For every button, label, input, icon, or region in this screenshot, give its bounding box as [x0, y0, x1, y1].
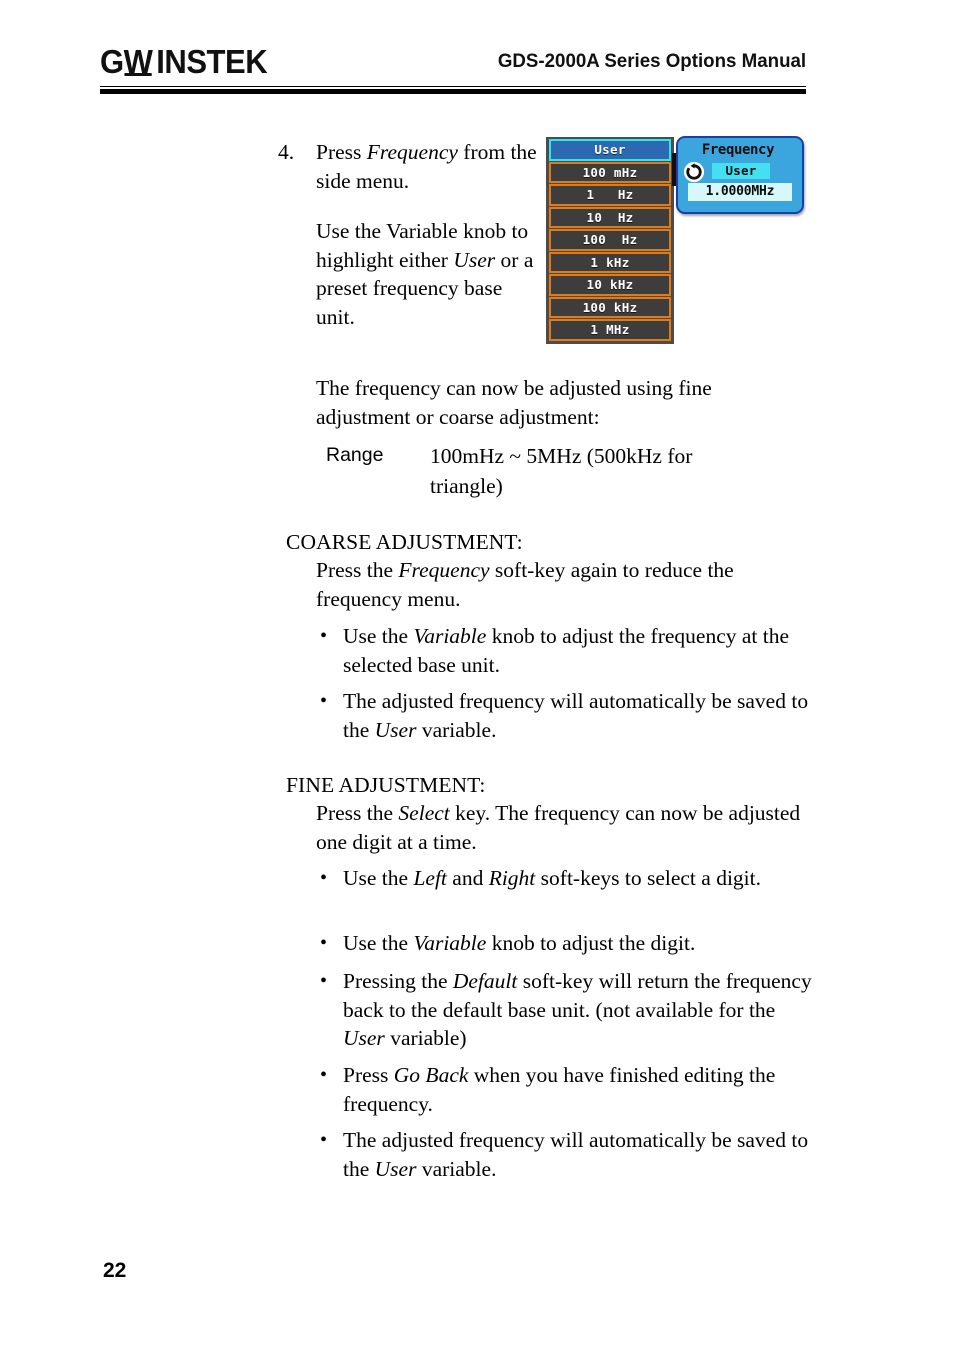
menu-item-1khz[interactable]: 1 kHz [549, 251, 671, 273]
list-item: • Pressing the Default soft-key will retu… [316, 967, 816, 1053]
menu-item-label: 100 Hz [582, 232, 638, 248]
bullet-dot-icon: • [320, 932, 328, 954]
menu-item-1mhz[interactable]: 1 MHz [549, 319, 671, 341]
page-number: 22 [103, 1259, 127, 1282]
list-item: • The adjusted frequency will automatical… [316, 687, 816, 744]
list-item: • Use the Variable knob to adjust the fre… [316, 622, 816, 679]
menu-item-label: 10 kHz [586, 277, 634, 293]
step-line1-pre: Press [316, 140, 367, 164]
menu-item-label: 10 Hz [586, 209, 634, 225]
menu-item-label: 1 Hz [586, 187, 634, 203]
bullet-text-pre: Press [343, 1063, 394, 1087]
bullet-text-post: knob to adjust the digit. [486, 931, 696, 955]
step-line1-italic: Frequency [366, 140, 458, 164]
menu-item-100hz[interactable]: 100 Hz [549, 229, 671, 251]
bullet-text-post: variable) [384, 1026, 467, 1051]
bullet-text-italic-2: User [343, 1026, 385, 1051]
list-item: • Use the Variable knob to adjust the dig… [316, 929, 816, 958]
range-value: 100mHz ~ 5MHz (500kHz for triangle) [430, 444, 693, 498]
bullet-dot-icon: • [320, 867, 328, 889]
menu-item-label: User [594, 142, 626, 158]
menu-item-100mhz[interactable]: 100 mHz [549, 161, 671, 183]
coarse-para-italic: Frequency [398, 558, 490, 582]
bullet-text-pre: Use the [343, 624, 414, 648]
menu-item-10hz[interactable]: 10 Hz [549, 206, 671, 228]
list-item: • Use the Left and Right soft-keys to sel… [316, 864, 816, 893]
page-content: 4. Press Frequency from the side menu. U… [0, 0, 954, 1349]
bullet-text-italic: Left [413, 866, 447, 890]
bullet-text-post: soft-keys to select a digit. [535, 866, 761, 890]
list-item: • The adjusted frequency will automatical… [316, 1126, 816, 1183]
bullet-dot-icon: • [320, 690, 328, 712]
frequency-popup-variable[interactable]: User [712, 163, 770, 179]
frequency-popup-value[interactable]: 1.0000MHz [688, 183, 792, 201]
menu-item-10khz[interactable]: 10 kHz [549, 274, 671, 296]
bullet-text-post: variable. [416, 1156, 497, 1181]
menu-item-label: 1 kHz [590, 254, 630, 270]
bullet-dot-icon: • [320, 1064, 328, 1086]
menu-item-1hz[interactable]: 1 Hz [549, 184, 671, 206]
step-text: Press Frequency from the side menu. Use … [316, 138, 544, 332]
bullet-text-pre: Use the [343, 866, 414, 890]
range-label: Range [326, 444, 384, 466]
menu-item-label: 100 kHz [582, 299, 638, 315]
menu-item-100khz[interactable]: 100 kHz [549, 296, 671, 318]
bullet-dot-icon: • [320, 625, 328, 647]
intro-paragraph: The frequency can now be adjusted using … [316, 376, 712, 429]
bullet-text-italic: Variable [413, 931, 487, 955]
bullet-text-italic: Default [452, 969, 518, 993]
bullet-dot-icon: • [320, 970, 328, 992]
step-line-1: Press Frequency from the side menu. [316, 138, 544, 195]
bullet-text-italic: Variable [413, 624, 487, 648]
coarse-adjustment-heading: COARSE ADJUSTMENT: [286, 530, 523, 554]
fine-para-pre: Press the [316, 801, 399, 825]
bullet-text-italic: User [374, 1156, 417, 1181]
bullet-text-post: variable. [416, 717, 497, 742]
bullet-text-pre: Pressing the [343, 969, 453, 993]
coarse-adjustment-paragraph: Press the Frequency soft-key again to re… [316, 556, 806, 613]
fine-adjustment-heading: FINE ADJUSTMENT: [286, 773, 486, 797]
coarse-para-pre: Press the [316, 558, 399, 582]
bullet-dot-icon: • [320, 1129, 328, 1151]
fine-adjustment-paragraph: Press the Select key. The frequency can … [316, 799, 806, 856]
rotary-knob-icon [683, 161, 705, 183]
scope-frequency-popup-wrapper: Frequency User 1.0000MHz [672, 136, 804, 216]
step-para2-italic: User [453, 247, 496, 272]
bullet-text-pre: Use the [343, 931, 414, 955]
list-item: • Press Go Back when you have finished ed… [316, 1061, 816, 1118]
bullet-text-italic: Go Back [393, 1063, 469, 1087]
frequency-popup-title: Frequency [701, 142, 775, 158]
step-paragraph-2: Use the Variable knob to highlight eithe… [316, 217, 544, 331]
frequency-popup[interactable]: Frequency User 1.0000MHz [676, 136, 804, 214]
menu-item-label: 1 MHz [590, 322, 630, 338]
scope-base-unit-menu: User 100 mHz 1 Hz 10 Hz 100 Hz 1 kHz 10 … [546, 137, 674, 344]
bullet-text-mid: and [446, 866, 489, 890]
menu-item-user[interactable]: User [549, 139, 671, 161]
bullet-text-italic: User [374, 717, 417, 742]
bullet-text-italic-2: Right [488, 866, 536, 890]
step-number: 4. [278, 140, 295, 164]
fine-para-italic: Select [398, 801, 450, 825]
menu-item-label: 100 mHz [582, 164, 638, 180]
